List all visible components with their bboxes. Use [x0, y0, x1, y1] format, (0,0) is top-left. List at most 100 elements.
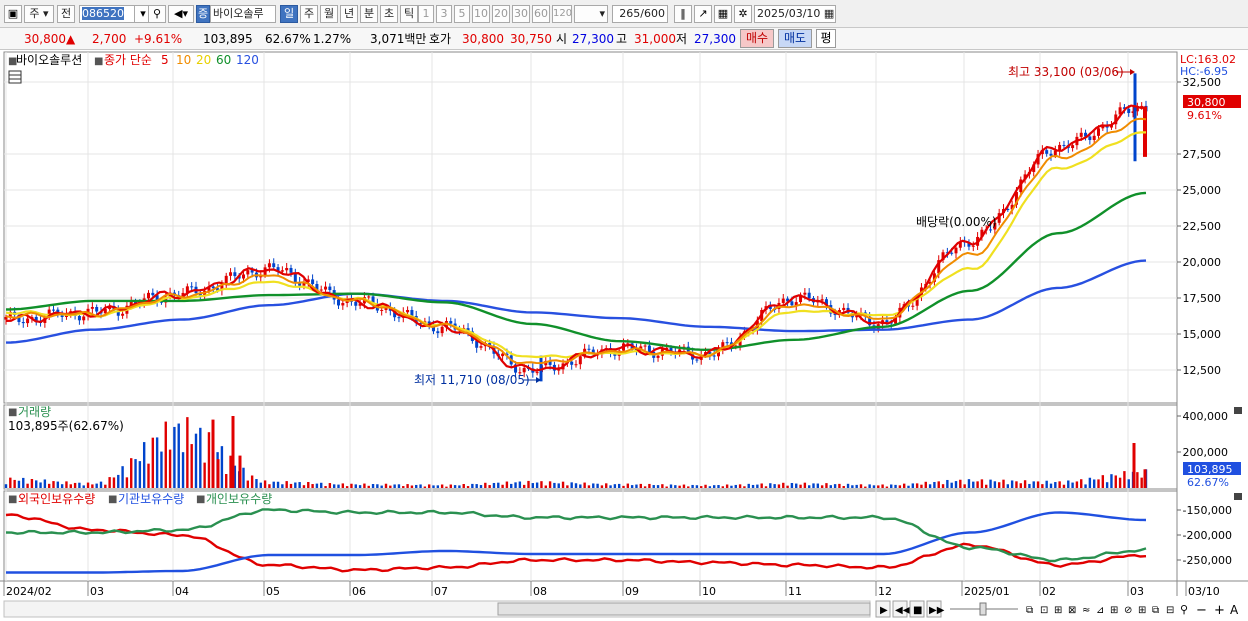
interval-3[interactable]: 3	[436, 5, 452, 23]
holdings-legend-marker: ■	[196, 494, 205, 505]
volume-bar	[669, 484, 673, 488]
stock-code-input[interactable]: 086520	[79, 5, 135, 23]
candle-body	[280, 270, 284, 272]
candle-icon[interactable]: ‖	[674, 5, 692, 23]
gear-icon[interactable]: ✲	[734, 5, 752, 23]
crosshair-icon[interactable]: ⊡	[1040, 605, 1048, 616]
buy-button[interactable]: 매수	[740, 29, 774, 48]
tab-month[interactable]: 월	[320, 5, 338, 23]
fibo-icon[interactable]: ⊿	[1096, 605, 1104, 616]
erase-icon[interactable]: ⊞	[1138, 605, 1146, 616]
line-icon[interactable]: ⊠	[1068, 605, 1076, 616]
volume-bar	[1097, 479, 1100, 488]
volume-bar	[652, 485, 655, 488]
volume-bar	[665, 486, 668, 488]
volume-bar	[1006, 484, 1010, 488]
volume-bar	[993, 481, 997, 488]
open-label: 시	[556, 32, 568, 46]
search-icon[interactable]: ⚲	[148, 5, 166, 23]
candle-body	[90, 306, 94, 309]
table-icon[interactable]	[8, 70, 22, 84]
zoom-out-icon[interactable]: −	[1196, 603, 1207, 618]
sell-button[interactable]: 매도	[778, 29, 812, 48]
volume-bar	[190, 444, 193, 488]
interval-120[interactable]: 120	[552, 5, 572, 23]
interval-5[interactable]: 5	[454, 5, 470, 23]
count-input[interactable]: 265/600	[612, 5, 668, 23]
legend-institution: 기관보유수량	[118, 492, 184, 506]
volume-bar	[69, 484, 72, 488]
volume-bar	[276, 481, 280, 488]
volume-bar	[738, 484, 742, 488]
prev-button[interactable]: 전	[57, 5, 75, 23]
scroll-thumb[interactable]	[497, 602, 871, 616]
volume-bar	[160, 451, 163, 488]
volume-bar	[570, 482, 573, 488]
volume-panel-close-icon[interactable]	[1234, 407, 1242, 414]
interval-60[interactable]: 60	[532, 5, 550, 23]
stock-name-field[interactable]: 바이오솔루	[210, 5, 276, 23]
volume-bar	[1088, 477, 1092, 488]
interval-1[interactable]: 1	[418, 5, 434, 23]
volume-bar	[799, 484, 802, 488]
copy-icon[interactable]: ⧉	[1152, 605, 1159, 616]
volume-bar	[13, 479, 16, 488]
speaker-icon[interactable]: ◀▾	[168, 5, 194, 23]
chart-area[interactable]: 32,50027,50025,00022,50020,00017,50015,0…	[0, 50, 1248, 621]
candle-body	[151, 292, 155, 296]
grid-icon[interactable]: ▦	[714, 5, 732, 23]
volume-bar	[497, 482, 500, 488]
ma5-legend: 5	[161, 53, 169, 67]
date-input[interactable]: 2025/03/10 ▦	[754, 5, 836, 23]
interval-select[interactable]: ▾	[574, 5, 608, 23]
candle-body	[989, 229, 993, 231]
low-price: 27,300	[694, 32, 736, 46]
tab-day[interactable]: 일	[280, 5, 298, 23]
auto-scale-icon[interactable]: A	[1230, 603, 1239, 617]
volume-bar	[626, 483, 630, 488]
candle-body	[1127, 108, 1131, 114]
holdings-panel-close-icon[interactable]	[1234, 493, 1242, 500]
volume-bar	[544, 485, 547, 488]
x-axis-label: 03/10	[1188, 585, 1220, 598]
tab-second[interactable]: 초	[380, 5, 398, 23]
volume-bar	[82, 485, 85, 488]
volume-bar	[181, 452, 185, 488]
zoom-in-icon[interactable]: +	[1214, 603, 1225, 618]
tab-year[interactable]: 년	[340, 5, 358, 23]
pattern-icon[interactable]: ≈	[1082, 605, 1090, 616]
trend-icon[interactable]: ⊞	[1054, 605, 1062, 616]
zoom-slider-handle[interactable]	[979, 602, 987, 616]
volume-bar	[816, 483, 820, 488]
volume-bar	[112, 477, 116, 488]
interval-20[interactable]: 20	[492, 5, 510, 23]
print-icon[interactable]: ⊟	[1166, 605, 1174, 616]
candle-body	[242, 274, 245, 279]
candle-body	[26, 318, 30, 324]
tab-tick[interactable]: 틱	[400, 5, 418, 23]
ruler-icon[interactable]: ⊘	[1124, 605, 1132, 616]
draw-icon[interactable]: ↗	[694, 5, 712, 23]
mode-select[interactable]: 주 ▾	[24, 5, 54, 23]
volume-bar	[881, 484, 884, 488]
text-icon[interactable]: ⊞	[1110, 605, 1118, 616]
tab-minute[interactable]: 분	[360, 5, 378, 23]
tab-week[interactable]: 주	[300, 5, 318, 23]
window-icon[interactable]: ▣	[4, 5, 22, 23]
volume-bar	[566, 485, 569, 488]
magnifier-icon[interactable]: ⚲	[1180, 603, 1188, 616]
volume-bar	[1002, 479, 1005, 488]
candle-body	[587, 348, 591, 350]
candle-body	[954, 247, 958, 254]
volume-bar-spike	[216, 459, 220, 488]
candle-body	[807, 292, 811, 299]
volume-bar	[298, 482, 301, 488]
volume-bar-spike	[238, 455, 242, 488]
volume-bar	[812, 483, 815, 488]
zoom-box-icon[interactable]: ⧉	[1026, 605, 1033, 616]
interval-10[interactable]: 10	[472, 5, 490, 23]
interval-30[interactable]: 30	[512, 5, 530, 23]
candle-body	[1088, 136, 1092, 141]
average-button[interactable]: 평	[816, 29, 836, 48]
volume-bar	[466, 486, 470, 488]
